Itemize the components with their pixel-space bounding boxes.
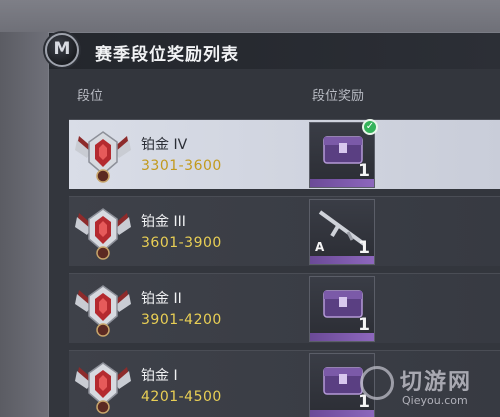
- rank-name: 铂金 IV: [141, 137, 188, 153]
- rank-score-range: 3301-3600: [141, 158, 222, 174]
- rank-row-platinum-iii[interactable]: 铂金 III 3601-3900 A 1: [69, 196, 500, 266]
- reward-count: 1: [358, 315, 370, 335]
- platinum-rank-emblem-icon: [75, 362, 131, 414]
- rank-row-platinum-ii[interactable]: 铂金 II 3901-4200 1: [69, 273, 500, 343]
- platinum-rank-emblem-icon: [75, 131, 131, 183]
- platinum-rank-emblem-icon: [75, 285, 131, 337]
- reward-rarity-strip: [310, 333, 374, 341]
- platinum-rank-emblem-icon: [75, 208, 131, 260]
- watermark-url: Qieyou.com: [402, 394, 468, 407]
- game-logo-icon: M: [45, 33, 79, 67]
- rank-score-range: 3601-3900: [141, 235, 222, 251]
- rank-name: 铂金 II: [141, 291, 182, 307]
- reward-tile[interactable]: 1 ✓: [309, 119, 378, 188]
- reward-tile[interactable]: A 1: [309, 199, 375, 265]
- reward-rarity-strip: [310, 256, 374, 264]
- rank-name: 铂金 III: [141, 214, 186, 230]
- column-header-rank: 段位: [77, 89, 104, 104]
- background-top: [0, 0, 500, 32]
- reward-count: 1: [358, 161, 370, 181]
- background-left: [0, 0, 50, 417]
- reward-grade-letter: A: [315, 240, 325, 254]
- reward-rarity-strip: [310, 179, 374, 187]
- rank-name: 铂金 I: [141, 368, 178, 384]
- reward-tile[interactable]: 1: [309, 276, 375, 342]
- rank-score-range: 4201-4500: [141, 389, 222, 405]
- column-header-reward: 段位奖励: [312, 89, 365, 104]
- rank-row-platinum-iv[interactable]: 铂金 IV 3301-3600 1 ✓: [69, 119, 500, 189]
- site-watermark: 切游网 Qieyou.com: [360, 360, 500, 417]
- reward-count: 1: [358, 238, 370, 258]
- panel-title: 赛季段位奖励列表: [95, 45, 239, 65]
- panel-titlebar: M 赛季段位奖励列表: [45, 33, 500, 69]
- rank-score-range: 3901-4200: [141, 312, 222, 328]
- watermark-title: 切游网: [400, 370, 473, 395]
- game-logo-letter: M: [53, 39, 71, 59]
- claimed-check-icon: ✓: [362, 119, 378, 135]
- watermark-logo-icon: [360, 366, 394, 400]
